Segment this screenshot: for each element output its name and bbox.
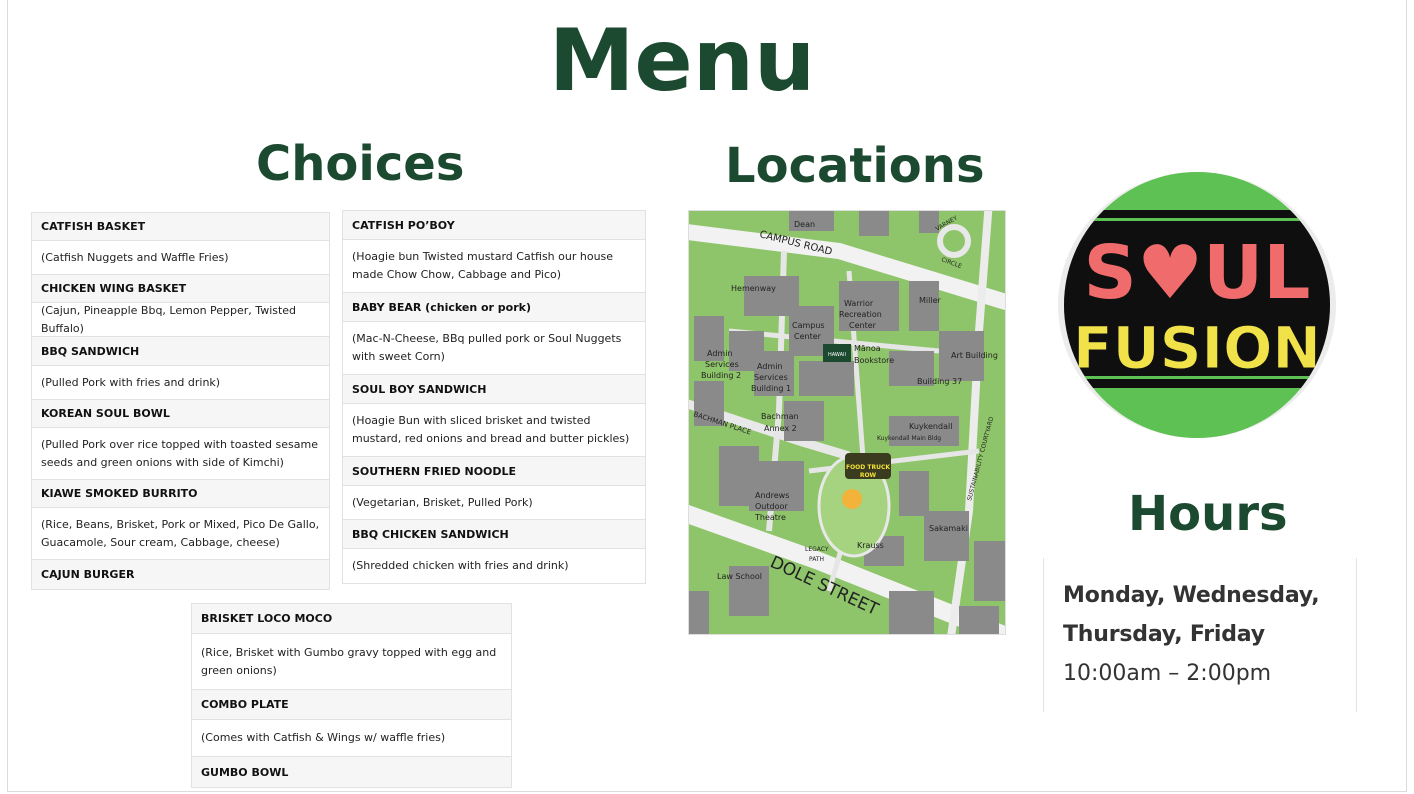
- choices-heading: Choices: [256, 136, 465, 192]
- map-label: Outdoor: [755, 502, 788, 511]
- menu-item-desc: (Hoagie Bun with sliced brisket and twis…: [342, 404, 646, 457]
- map-label: Building 2: [701, 371, 741, 380]
- food-truck-badge: FOOD TRUCK: [846, 464, 890, 471]
- map-label: Dean: [794, 220, 815, 229]
- map-label: Building 1: [751, 384, 791, 393]
- menu-item-name: CAJUN BURGER: [31, 560, 330, 590]
- map-label: Law School: [717, 572, 762, 581]
- menu-item-desc: (Rice, Brisket with Gumbo gravy topped w…: [191, 634, 512, 690]
- menu-item-desc: (Mac-N-Cheese, BBq pulled pork or Soul N…: [342, 322, 646, 375]
- hours-box: Monday, Wednesday, Thursday, Friday 10:0…: [1043, 558, 1357, 712]
- menu-item-desc: (Shredded chicken with fries and drink): [342, 549, 646, 584]
- menu-item-desc: (Pulled Pork with fries and drink): [31, 366, 330, 400]
- menu-item-name: KIAWE SMOKED BURRITO: [31, 480, 330, 508]
- menu-item-desc: (Catfish Nuggets and Waffle Fries): [31, 241, 330, 275]
- menu-item-name: BBQ CHICKEN SANDWICH: [342, 520, 646, 549]
- locations-heading: Locations: [725, 138, 985, 194]
- menu-item-name: KOREAN SOUL BOWL: [31, 400, 330, 428]
- map-label: LEGACY: [805, 546, 829, 553]
- soul-fusion-logo: S♥UL FUSION: [1056, 172, 1338, 438]
- map-label: Admin: [707, 349, 733, 358]
- map-label: Krauss: [857, 541, 884, 550]
- menu-item-name: GUMBO BOWL: [191, 757, 512, 788]
- menu-item-desc: (Pulled Pork over rice topped with toast…: [31, 428, 330, 480]
- map-label: Art Building: [951, 351, 998, 360]
- campus-map-graphic: FOOD TRUCK ROW HAWAII CAMPUS ROAD DOLE S…: [689, 211, 1005, 634]
- hours-days-line-1: Monday, Wednesday,: [1063, 583, 1320, 608]
- soul-fusion-logo-graphic: S♥UL FUSION: [1058, 172, 1336, 438]
- map-label: Building 37: [917, 377, 962, 386]
- map-label: Hemenway: [731, 284, 776, 293]
- map-label: Services: [705, 360, 739, 369]
- map-label: Center: [849, 321, 877, 330]
- map-label: Miller: [919, 296, 941, 305]
- map-label: Recreation: [839, 310, 882, 319]
- menu-item-name: COMBO PLATE: [191, 690, 512, 720]
- logo-text-soul: S♥UL: [1084, 230, 1311, 316]
- page-title: Menu: [548, 11, 816, 111]
- map-label: Services: [754, 373, 788, 382]
- menu-item-desc: (Vegetarian, Brisket, Pulled Pork): [342, 486, 646, 520]
- hours-time: 10:00am – 2:00pm: [1063, 661, 1272, 686]
- map-label: Center: [794, 332, 822, 341]
- map-label: Warrior: [844, 299, 874, 308]
- map-label: Admin: [757, 362, 783, 371]
- hours-days-line-2: Thursday, Friday: [1063, 622, 1265, 647]
- map-label: Annex 2: [764, 424, 797, 433]
- menu-item-name: CATFISH PO’BOY: [342, 210, 646, 240]
- menu-item-name: BBQ SANDWICH: [31, 337, 330, 366]
- map-label: Campus: [792, 321, 825, 330]
- map-label: Sakamaki: [929, 524, 968, 533]
- map-label: Kuykendall: [909, 422, 952, 431]
- menu-item-desc: (Hoagie bun Twisted mustard Catfish our …: [342, 240, 646, 293]
- menu-item-desc: (Rice, Beans, Brisket, Pork or Mixed, Pi…: [31, 508, 330, 560]
- menu-item-desc: (Cajun, Pineapple Bbq, Lemon Pepper, Twi…: [31, 303, 330, 337]
- map-label: Bachman: [761, 412, 799, 421]
- map-label: Andrews: [755, 491, 789, 500]
- hawaii-logo: HAWAII: [828, 352, 846, 358]
- menu-column-3: BRISKET LOCO MOCO (Rice, Brisket with Gu…: [191, 603, 512, 788]
- menu-item-name: CHICKEN WING BASKET: [31, 275, 330, 303]
- map-label: Bookstore: [854, 356, 894, 365]
- menu-item-desc: (Comes with Catfish & Wings w/ waffle fr…: [191, 720, 512, 757]
- menu-column-2: CATFISH PO’BOY (Hoagie bun Twisted musta…: [342, 210, 646, 584]
- menu-item-name: SOUL BOY SANDWICH: [342, 375, 646, 404]
- svg-text:ROW: ROW: [860, 472, 877, 479]
- map-label: Mānoa: [854, 344, 881, 353]
- menu-item-name: SOUTHERN FRIED NOODLE: [342, 457, 646, 486]
- campus-map: FOOD TRUCK ROW HAWAII CAMPUS ROAD DOLE S…: [688, 210, 1006, 635]
- map-label: Kuykendall Main Bldg: [877, 435, 941, 442]
- map-label: Theatre: [754, 513, 786, 522]
- menu-item-name: CATFISH BASKET: [31, 212, 330, 241]
- map-label: PATH: [809, 556, 824, 563]
- menu-item-name: BABY BEAR (chicken or pork): [342, 293, 646, 322]
- hours-heading: Hours: [1128, 486, 1288, 542]
- logo-text-fusion: FUSION: [1073, 314, 1321, 382]
- menu-column-1: CATFISH BASKET (Catfish Nuggets and Waff…: [31, 212, 330, 590]
- menu-item-name: BRISKET LOCO MOCO: [191, 603, 512, 634]
